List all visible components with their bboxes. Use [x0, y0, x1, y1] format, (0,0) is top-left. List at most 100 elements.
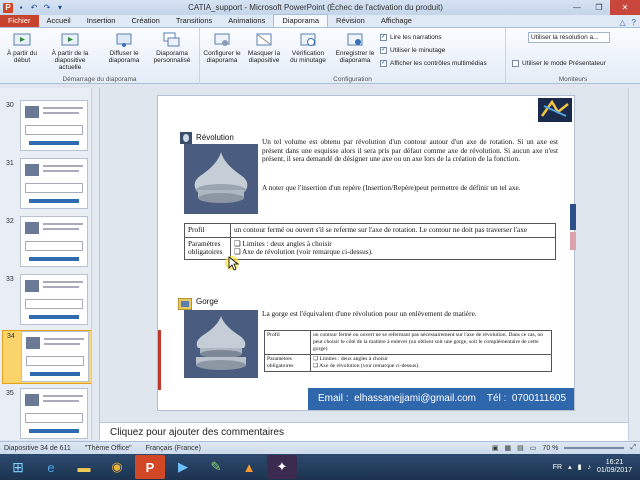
catia-taskbar-icon[interactable]: ✦	[267, 455, 297, 479]
slide-canvas[interactable]: Révolution Un tel volume est obtenu par …	[157, 95, 576, 411]
system-clock[interactable]: 16:21 01/09/2017	[597, 459, 632, 475]
group-monitors: Utiliser la résolution a... Utiliser le …	[506, 28, 640, 84]
hide-slide-button[interactable]: Masquer la diapositive	[244, 32, 284, 64]
tab-revision[interactable]: Révision	[328, 15, 373, 27]
table-cell: Profil	[264, 330, 311, 355]
minimize-ribbon-icon[interactable]: △	[619, 18, 625, 27]
thumbnail-slide[interactable]: 31	[2, 158, 98, 212]
thumbnail-slide[interactable]: 32	[2, 216, 98, 270]
volume-icon[interactable]: ♪	[587, 464, 591, 471]
tab-animations[interactable]: Animations	[220, 15, 273, 27]
reading-view-icon[interactable]: ▤	[517, 444, 524, 452]
window-title: CATIA_support - Microsoft PowerPoint (Éc…	[188, 3, 443, 12]
customize-qat-icon[interactable]: ▾	[55, 3, 65, 13]
revolution-description: Un tel volume est obtenu par révolution …	[262, 137, 558, 164]
gorge-table: Profil un contour fermé ou ouvert ne se …	[264, 330, 552, 372]
timer-icon	[300, 33, 316, 46]
chrome-icon[interactable]: ◉	[102, 455, 132, 479]
file-explorer-icon[interactable]: ▬	[69, 455, 99, 479]
slide-editor: Révolution Un tel volume est obtenu par …	[100, 88, 628, 418]
notes-pane[interactable]: Cliquez pour ajouter des commentaires	[100, 422, 628, 442]
from-current-slide-button[interactable]: À partir de la diapositive actuelle	[46, 32, 94, 71]
help-icon[interactable]: ?	[632, 18, 636, 27]
slideshow-start-icon	[13, 33, 31, 46]
minimize-button[interactable]: —	[566, 0, 588, 15]
configure-icon	[214, 33, 230, 46]
from-beginning-button[interactable]: À partir du début	[2, 32, 42, 64]
resolution-dropdown[interactable]: Utiliser la résolution a...	[528, 32, 610, 43]
language-indicator[interactable]: Français (France)	[146, 445, 201, 452]
group-label-monitors: Moniteurs	[558, 76, 588, 83]
decoration-bar	[158, 330, 161, 390]
zoom-slider[interactable]	[564, 447, 625, 449]
normal-view-icon[interactable]: ▣	[492, 444, 499, 452]
paint-icon[interactable]: ✎	[201, 455, 231, 479]
tab-transitions[interactable]: Transitions	[168, 15, 220, 27]
bullet-item: ❑ Axe de révolution (voir remarque ci-de…	[313, 363, 420, 369]
media-player-icon[interactable]: ▶	[168, 455, 198, 479]
tab-fichier[interactable]: Fichier	[0, 15, 39, 27]
slideshow-current-icon	[61, 33, 79, 46]
thumbnail-slide[interactable]: 30	[2, 100, 98, 154]
network-icon[interactable]: ▮	[578, 463, 582, 471]
show-media-controls-checkbox[interactable]: ✓ Afficher les contrôles multimédias	[380, 60, 487, 67]
thumbnail-slide-selected[interactable]: 34	[2, 330, 98, 384]
broadcast-icon	[116, 33, 132, 47]
ribbon-panel: À partir du début À partir de la diaposi…	[0, 28, 640, 84]
save-icon[interactable]: ▪	[16, 3, 26, 13]
slide-counter: Diapositive 34 de 611	[4, 444, 71, 452]
tab-insertion[interactable]: Insertion	[79, 15, 124, 27]
section-title-revolution: Révolution	[196, 133, 234, 142]
powerpoint-app-icon[interactable]: P	[3, 2, 13, 13]
rehearse-timings-button[interactable]: Vérification du minutage	[288, 32, 328, 64]
keyboard-language[interactable]: FR	[553, 464, 562, 471]
group-start-slideshow: À partir du début À partir de la diaposi…	[0, 28, 200, 84]
contact-footer: Email : elhassanejjami@gmail.com Tél : 0…	[308, 388, 574, 410]
tray-arrow-icon[interactable]: ▴	[568, 463, 572, 471]
vlc-icon[interactable]: ▲	[234, 455, 264, 479]
zoom-level[interactable]: 70 %	[542, 445, 558, 452]
broadcast-slideshow-button[interactable]: Diffuser le diaporama	[104, 32, 144, 64]
ribbon-tabs: Fichier Accueil Insertion Création Trans…	[0, 14, 640, 28]
undo-icon[interactable]: ↶	[29, 3, 39, 13]
close-button[interactable]: ✕	[610, 0, 640, 15]
checkbox-checked-icon: ✓	[380, 34, 387, 41]
thumbnail-slide[interactable]: 33	[2, 274, 98, 328]
powerpoint-taskbar-icon[interactable]: P	[135, 455, 165, 479]
slide-sorter-icon[interactable]: ▦	[505, 444, 512, 452]
tab-accueil[interactable]: Accueil	[39, 15, 79, 27]
checkbox-unchecked-icon	[512, 60, 519, 67]
custom-slideshow-button[interactable]: Diaporama personnalisé	[148, 32, 196, 64]
tab-creation[interactable]: Création	[123, 15, 167, 27]
thumbnail-slide[interactable]: 35	[2, 388, 98, 440]
editor-scrollbar[interactable]	[628, 88, 640, 440]
tab-diaporama[interactable]: Diaporama	[273, 14, 329, 27]
record-icon	[347, 33, 363, 46]
catia-logo-icon	[538, 98, 572, 122]
slide-thumbnails-panel: 30 31 32 33 34 35	[0, 88, 100, 440]
thumbnails-scrollbar[interactable]	[91, 88, 99, 440]
redo-icon[interactable]: ↷	[42, 3, 52, 13]
revolution-part-image	[184, 144, 258, 214]
maximize-button[interactable]: ❐	[588, 0, 610, 15]
slideshow-view-icon[interactable]: ▭	[530, 444, 537, 452]
system-tray: FR ▴ ▮ ♪ 16:21 01/09/2017	[553, 459, 640, 475]
presenter-view-checkbox[interactable]: Utiliser le mode Présentateur	[512, 60, 606, 67]
section-title-gorge: Gorge	[196, 297, 219, 306]
decoration-bar	[570, 232, 576, 250]
group-label-configuration: Configuration	[333, 76, 372, 83]
start-button[interactable]: ⊞	[3, 455, 33, 479]
configure-slideshow-button[interactable]: Configurer le diaporama	[202, 32, 242, 64]
status-bar: Diapositive 34 de 611 "Thème Office" Fra…	[0, 441, 640, 454]
play-narrations-checkbox[interactable]: ✓ Lire les narrations	[380, 34, 442, 41]
groove-part-image	[184, 310, 258, 378]
use-timings-checkbox[interactable]: ✓ Utiliser le minutage	[380, 47, 445, 54]
tab-affichage[interactable]: Affichage	[373, 15, 420, 27]
fit-slide-icon[interactable]: ⤢	[630, 444, 636, 452]
record-slideshow-button[interactable]: Enregistrer le diaporama	[332, 32, 378, 64]
groove-icon	[178, 298, 192, 310]
table-cell: Profil	[184, 223, 231, 238]
internet-explorer-icon[interactable]: e	[36, 455, 66, 479]
checkbox-checked-icon: ✓	[380, 60, 387, 67]
theme-name[interactable]: "Thème Office"	[85, 445, 132, 452]
